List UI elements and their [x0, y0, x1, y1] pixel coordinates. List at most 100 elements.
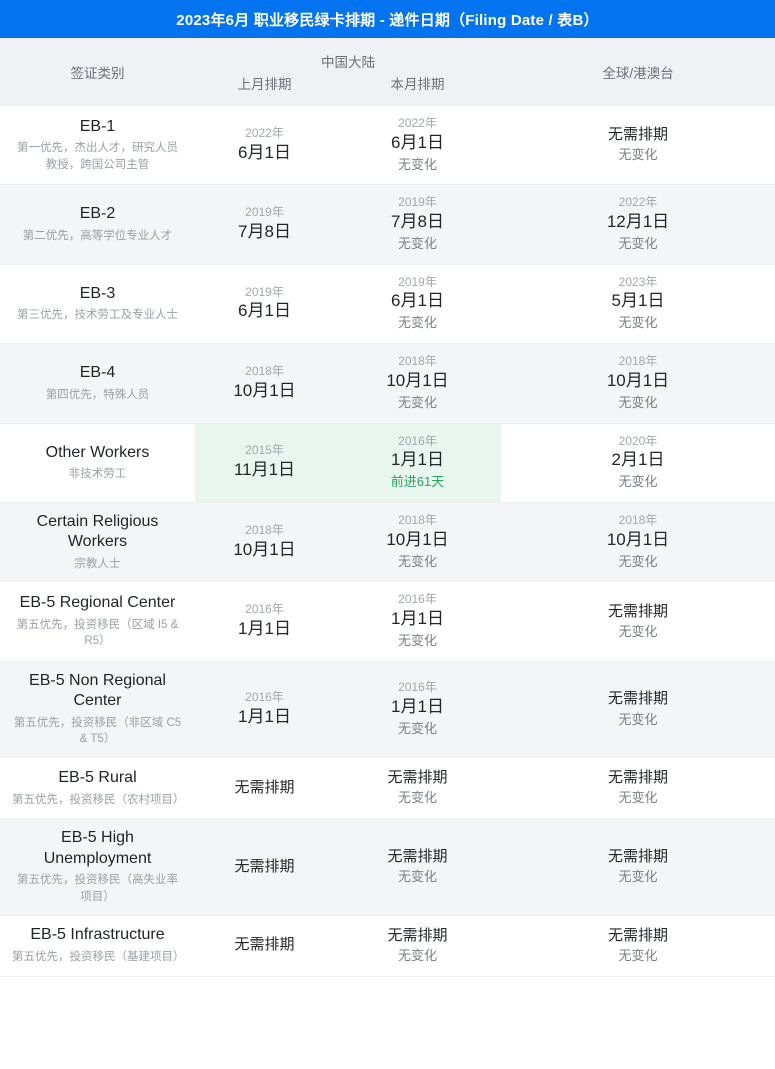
- column-header-global: 全球/港澳台: [602, 66, 674, 81]
- date-value: 无需排期: [607, 690, 668, 708]
- cell-global: 无需排期 无变化: [501, 106, 775, 186]
- date-value: 无需排期: [607, 769, 668, 787]
- date-year: 2019年: [245, 205, 284, 220]
- cell-global: 2022年 12月1日 无变化: [501, 184, 775, 265]
- category-name: Other Workers: [45, 443, 150, 461]
- date-value: 1月1日: [238, 706, 291, 726]
- change-note: 无变化: [618, 947, 658, 963]
- cell-china_curr: 2022年 6月1日 无变化: [334, 106, 501, 186]
- date-value: 无需排期: [234, 857, 295, 875]
- cell-global: 2018年 10月1日 无变化: [501, 343, 775, 424]
- date-value: 11月1日: [233, 460, 296, 480]
- cell-category: EB-3 第三优先，技术劳工及专业人士: [0, 264, 195, 345]
- date-value: 10月1日: [606, 370, 670, 390]
- cell-china_curr: 无需排期 无变化: [334, 757, 501, 820]
- change-note: 无变化: [618, 315, 658, 331]
- category-description: 第五优先，投资移民（非区域 C5 & T5）: [13, 716, 182, 746]
- date-value: 12月1日: [606, 211, 670, 231]
- date-value: 无需排期: [607, 847, 668, 865]
- cell-china_prev: 2015年 11月1日: [195, 423, 334, 503]
- date-value: 6月1日: [391, 132, 444, 152]
- page-title: 2023年6月 职业移民绿卡排期 - 递件日期（Filing Date / 表B…: [176, 11, 599, 29]
- cell-china_prev: 2022年 6月1日: [195, 106, 334, 186]
- table-row: Other Workers 非技术劳工 2015年 11月1日 2016年 1月1日 前进6…: [0, 423, 775, 503]
- change-note: 无变化: [618, 711, 658, 727]
- category-name: EB-1: [79, 117, 116, 135]
- category-description: 第一优先，杰出人才，研究人员 教授，跨国公司主管: [17, 142, 178, 171]
- change-note-advanced: 前进61天: [390, 474, 445, 490]
- date-year: 2018年: [398, 512, 437, 527]
- cell-category: EB-1 第一优先，杰出人才，研究人员 教授，跨国公司主管: [0, 106, 195, 186]
- cell-category: EB-5 Regional Center 第五优先，投资移民（区域 I5 & R5…: [0, 581, 195, 662]
- table-row: EB-5 Regional Center 第五优先，投资移民（区域 I5 & R5…: [0, 581, 775, 662]
- change-note: 无变化: [618, 147, 658, 163]
- category-description: 第五优先，投资移民（区域 I5 & R5）: [16, 618, 179, 648]
- cell-china_curr: 无需排期 无变化: [334, 915, 501, 977]
- cell-china_curr: 2018年 10月1日 无变化: [334, 343, 501, 424]
- date-value: 无需排期: [607, 926, 668, 944]
- date-year: 2016年: [245, 690, 284, 705]
- column-header-china-previous: 上月排期: [237, 77, 292, 92]
- change-note: 无变化: [397, 633, 437, 649]
- date-value: 无需排期: [387, 926, 448, 944]
- category-description: 第二优先，高等学位专业人才: [22, 229, 173, 242]
- column-header-china-label: 中国大陆: [321, 55, 375, 70]
- category-description: 宗教人士: [74, 557, 121, 570]
- category-name: EB-5 Rural: [58, 769, 137, 787]
- cell-global: 2023年 5月1日无变化: [501, 264, 775, 345]
- date-value: 无需排期: [387, 847, 448, 865]
- change-note: 无变化: [397, 156, 437, 172]
- cell-china_curr: 2016年 1月1日前进61天: [334, 423, 501, 503]
- table-row: EB-5 Infrastructure 第五优先，投资移民（基建项目） 无需排期 无需…: [0, 915, 775, 977]
- visa-bulletin-page: 2023年6月 职业移民绿卡排期 - 递件日期（Filing Date / 表B…: [0, 0, 775, 977]
- date-year: 2018年: [618, 354, 658, 369]
- date-value: 1月1日: [391, 609, 444, 629]
- category-name: EB-4: [79, 364, 116, 382]
- date-value: 1月1日: [391, 696, 444, 716]
- date-year: 2018年: [398, 354, 437, 369]
- category-name: EB-5 Infrastructure: [30, 926, 165, 944]
- cell-category: EB-5 Infrastructure 第五优先，投资移民（基建项目）: [0, 915, 195, 977]
- change-note: 无变化: [397, 553, 437, 569]
- change-note: 无变化: [618, 790, 658, 806]
- change-note: 无变化: [618, 235, 658, 251]
- date-year: 2019年: [398, 195, 437, 210]
- date-value: 10月1日: [233, 380, 296, 400]
- cell-china_prev: 2019年 7月8日: [195, 184, 334, 265]
- date-value: 2月1日: [611, 450, 665, 470]
- cell-category: EB-5 Rural 第五优先，投资移民（农村项目）: [0, 757, 195, 820]
- table-row: EB-2 第二优先，高等学位专业人才 2019年 7月8日 2019年 7月8日 无变化 20…: [0, 184, 775, 265]
- cell-china_curr: 无需排期 无变化: [334, 818, 501, 916]
- date-year: 2016年: [398, 433, 437, 448]
- date-value: 无需排期: [234, 936, 295, 954]
- cell-category: Certain Religious Workers 宗教人士: [0, 502, 195, 583]
- category-description: 第三优先，技术劳工及专业人士: [17, 309, 178, 322]
- cell-china_curr: 2018年 10月1日 无变化: [334, 502, 501, 583]
- filing-date-table: 签证类别 中国大陆 上月排期 本月排期 全球/港澳台 EB-1 第一优先，杰出人才…: [0, 38, 775, 977]
- date-value: 10月1日: [386, 370, 449, 390]
- date-year: 2023年: [618, 274, 658, 289]
- cell-category: EB-2 第二优先，高等学位专业人才: [0, 184, 195, 265]
- cell-china_prev: 2019年 6月1日: [195, 264, 334, 345]
- table-row: EB-5 Non Regional Center 第五优先，投资移民（非区域 C5…: [0, 661, 775, 759]
- change-note: 无变化: [618, 623, 658, 639]
- date-value: 10月1日: [606, 529, 670, 549]
- change-note: 无变化: [397, 869, 437, 885]
- page-title-bar: 2023年6月 职业移民绿卡排期 - 递件日期（Filing Date / 表B…: [0, 0, 775, 38]
- table-row: EB-5 Rural 第五优先，投资移民（农村项目） 无需排期 无需排期 无变化 无需排期…: [0, 757, 775, 820]
- date-year: 2022年: [245, 125, 284, 140]
- cell-china_curr: 2019年 7月8日 无变化: [334, 184, 501, 265]
- cell-china_curr: 2016年 1月1日 无变化: [334, 581, 501, 662]
- column-header-category: 签证类别: [70, 66, 125, 81]
- change-note: 无变化: [397, 947, 437, 963]
- date-value: 1月1日: [391, 450, 444, 470]
- table-body: EB-1 第一优先，杰出人才，研究人员 教授，跨国公司主管 2022年 6月1日 202…: [0, 106, 775, 977]
- cell-china_prev: 2018年 10月1日: [195, 343, 334, 424]
- category-description: 第四优先，特殊人员: [45, 388, 150, 401]
- category-description: 第五优先，投资移民（基建项目）: [12, 950, 185, 963]
- category-name: Certain Religious Workers: [36, 512, 159, 551]
- date-value: 5月1日: [611, 291, 665, 311]
- date-value: 7月8日: [391, 211, 444, 231]
- date-year: 2016年: [245, 602, 284, 617]
- table-row: EB-3 第三优先，技术劳工及专业人士 2019年 6月1日 2019年 6月1日 无变化 2…: [0, 264, 775, 345]
